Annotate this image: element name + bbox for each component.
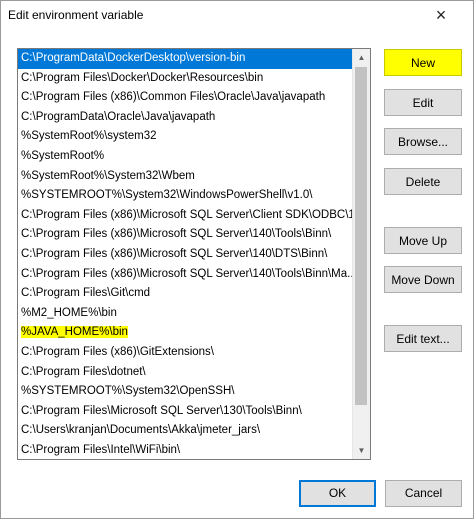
- list-item[interactable]: %SystemRoot%: [18, 147, 353, 167]
- list-item[interactable]: C:\ProgramData\DockerDesktop\version-bin: [18, 49, 353, 69]
- scrollbar-thumb[interactable]: [355, 67, 367, 405]
- scroll-down-arrow-icon[interactable]: ▼: [353, 442, 370, 459]
- list-item[interactable]: %M2_HOME%\bin: [18, 304, 353, 324]
- list-item[interactable]: C:\ProgramData\Oracle\Java\javapath: [18, 108, 353, 128]
- list-item-text: %M2_HOME%\bin: [21, 306, 117, 319]
- list-item-text: %SystemRoot%\system32: [21, 130, 157, 143]
- list-item[interactable]: C:\Program Files\dotnet\: [18, 363, 353, 383]
- list-item[interactable]: %SystemRoot%\system32: [18, 127, 353, 147]
- cancel-button[interactable]: Cancel: [385, 480, 462, 507]
- list-item[interactable]: C:\Program Files\Docker\Docker\Resources…: [18, 69, 353, 89]
- path-list[interactable]: C:\ProgramData\DockerDesktop\version-bin…: [17, 48, 371, 460]
- list-item-text: %SYSTEMROOT%\System32\WindowsPowerShell\…: [21, 189, 313, 202]
- move-down-button[interactable]: Move Down: [384, 266, 462, 293]
- list-item-text: %SYSTEMROOT%\System32\OpenSSH\: [21, 385, 235, 398]
- list-item-text: C:\ProgramData\DockerDesktop\version-bin: [21, 52, 246, 64]
- list-item-text: %SystemRoot%: [21, 149, 105, 162]
- close-icon[interactable]: ×: [431, 5, 451, 25]
- list-item-text: C:\Program Files (x86)\Microsoft SQL Ser…: [21, 247, 328, 260]
- scroll-up-arrow-icon[interactable]: ▲: [353, 49, 370, 66]
- edit-text-button[interactable]: Edit text...: [384, 325, 462, 352]
- browse-button[interactable]: Browse...: [384, 128, 462, 155]
- move-up-button[interactable]: Move Up: [384, 227, 462, 254]
- list-item-text: C:\Program Files\Docker\Docker\Resources…: [21, 71, 264, 84]
- list-item[interactable]: C:\Users\kranjan\Documents\Akka\jmeter_j…: [18, 421, 353, 441]
- list-item[interactable]: C:\Program Files (x86)\Microsoft SQL Ser…: [18, 206, 353, 226]
- list-item-text: C:\Users\kranjan\Documents\Akka\jmeter_j…: [21, 424, 261, 437]
- list-item-text: C:\Program Files (x86)\Microsoft SQL Ser…: [21, 208, 353, 221]
- vertical-scrollbar[interactable]: ▲ ▼: [352, 49, 370, 459]
- list-item[interactable]: %SYSTEMROOT%\System32\WindowsPowerShell\…: [18, 186, 353, 206]
- list-item-text: C:\Program Files (x86)\Microsoft SQL Ser…: [21, 267, 353, 280]
- path-list-items: C:\ProgramData\DockerDesktop\version-bin…: [18, 49, 353, 459]
- list-item-text: C:\Program Files\Git\cmd: [21, 287, 151, 300]
- list-item[interactable]: C:\Program Files\Git\cmd: [18, 284, 353, 304]
- list-item-text: %SystemRoot%\System32\Wbem: [21, 169, 195, 182]
- list-item-text: C:\Program Files\Microsoft SQL Server\13…: [21, 404, 302, 417]
- list-item-text: C:\Program Files\Intel\WiFi\bin\: [21, 443, 181, 456]
- list-item[interactable]: C:\Program Files (x86)\GitExtensions\: [18, 343, 353, 363]
- list-item[interactable]: %JAVA_HOME%\bin: [18, 323, 353, 343]
- list-item-text: C:\Program Files (x86)\GitExtensions\: [21, 345, 215, 358]
- list-item-text: C:\Program Files (x86)\Common Files\Orac…: [21, 91, 326, 104]
- list-item-text: C:\Program Files (x86)\Microsoft SQL Ser…: [21, 228, 332, 241]
- list-item[interactable]: C:\Program Files (x86)\Microsoft SQL Ser…: [18, 265, 353, 285]
- list-item[interactable]: %SystemRoot%\System32\Wbem: [18, 167, 353, 187]
- list-item-text: C:\ProgramData\Oracle\Java\javapath: [21, 110, 216, 123]
- list-item[interactable]: C:\Program Files (x86)\Microsoft SQL Ser…: [18, 245, 353, 265]
- new-button[interactable]: New: [384, 49, 462, 76]
- list-item-text: C:\Program Files\dotnet\: [21, 365, 146, 378]
- dialog-title: Edit environment variable: [8, 8, 144, 22]
- list-item-text: %JAVA_HOME%\bin: [21, 326, 128, 339]
- list-item[interactable]: C:\Program Files\Intel\WiFi\bin\: [18, 441, 353, 459]
- delete-button[interactable]: Delete: [384, 168, 462, 195]
- ok-button[interactable]: OK: [299, 480, 376, 507]
- list-item[interactable]: %SYSTEMROOT%\System32\OpenSSH\: [18, 382, 353, 402]
- list-item[interactable]: C:\Program Files (x86)\Microsoft SQL Ser…: [18, 225, 353, 245]
- edit-button[interactable]: Edit: [384, 89, 462, 116]
- list-item[interactable]: C:\Program Files (x86)\Common Files\Orac…: [18, 88, 353, 108]
- list-item[interactable]: C:\Program Files\Microsoft SQL Server\13…: [18, 402, 353, 422]
- edit-env-var-dialog: Edit environment variable × C:\ProgramDa…: [0, 0, 474, 519]
